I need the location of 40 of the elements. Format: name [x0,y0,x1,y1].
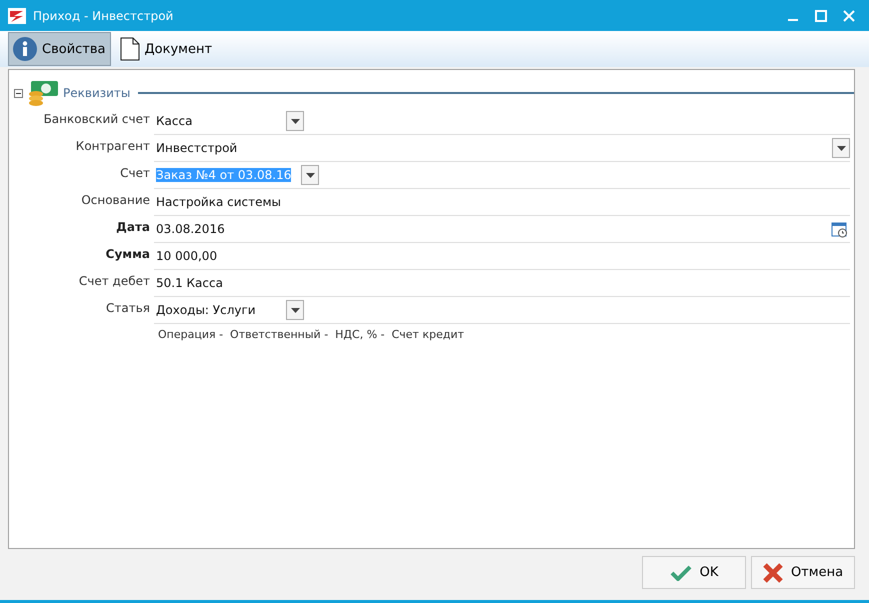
dropdown-button[interactable] [832,138,850,158]
collapse-icon[interactable] [14,88,23,98]
field-value[interactable]: Касса [156,114,276,128]
dropdown-button[interactable] [301,165,320,185]
field-label: Основание [80,192,150,209]
field-value[interactable]: 03.08.2016 [156,222,225,236]
checkmark-icon [670,564,692,580]
document-icon [120,37,140,61]
field-value[interactable]: Инвестстрой [156,141,238,155]
maximize-icon[interactable] [815,10,827,22]
cancel-button[interactable]: Отмена [751,556,855,589]
field-value[interactable]: 50.1 Касса [156,276,223,290]
window-title: Приход - Инвестстрой [33,8,174,22]
field-label: Дата [115,219,150,236]
app-logo-icon [8,8,26,24]
dropdown-button[interactable] [286,111,304,131]
field-label: Счет дебет [78,273,150,290]
cross-icon [762,562,783,582]
field-value[interactable]: 10 000,00 [156,249,218,263]
caret-icon [290,308,300,312]
money-icon [27,80,59,106]
field-label: Контрагент [74,138,150,155]
ok-button[interactable]: OK [642,556,746,589]
caret-icon [836,146,846,150]
field-value[interactable]: Настройка системы [156,195,282,209]
field-label: Банковский счет [42,111,150,128]
info-icon [13,37,37,61]
field-value[interactable]: Доходы: Услуги [156,303,276,317]
dropdown-button[interactable] [286,300,304,320]
section-title: Реквизиты [63,86,130,100]
caret-icon [290,118,300,124]
calendar-icon[interactable] [831,220,848,238]
details-text: Операция - Ответственный - НДС, % - Счет кредит [158,327,466,341]
tab[interactable]: Документ [114,32,218,66]
field-label: Сумма [104,246,150,263]
tab[interactable]: Свойства [8,32,110,66]
field-label: Счет [119,165,150,182]
caret-icon [306,172,315,178]
close-icon[interactable] [843,10,855,22]
field-label: Статья [104,300,150,317]
